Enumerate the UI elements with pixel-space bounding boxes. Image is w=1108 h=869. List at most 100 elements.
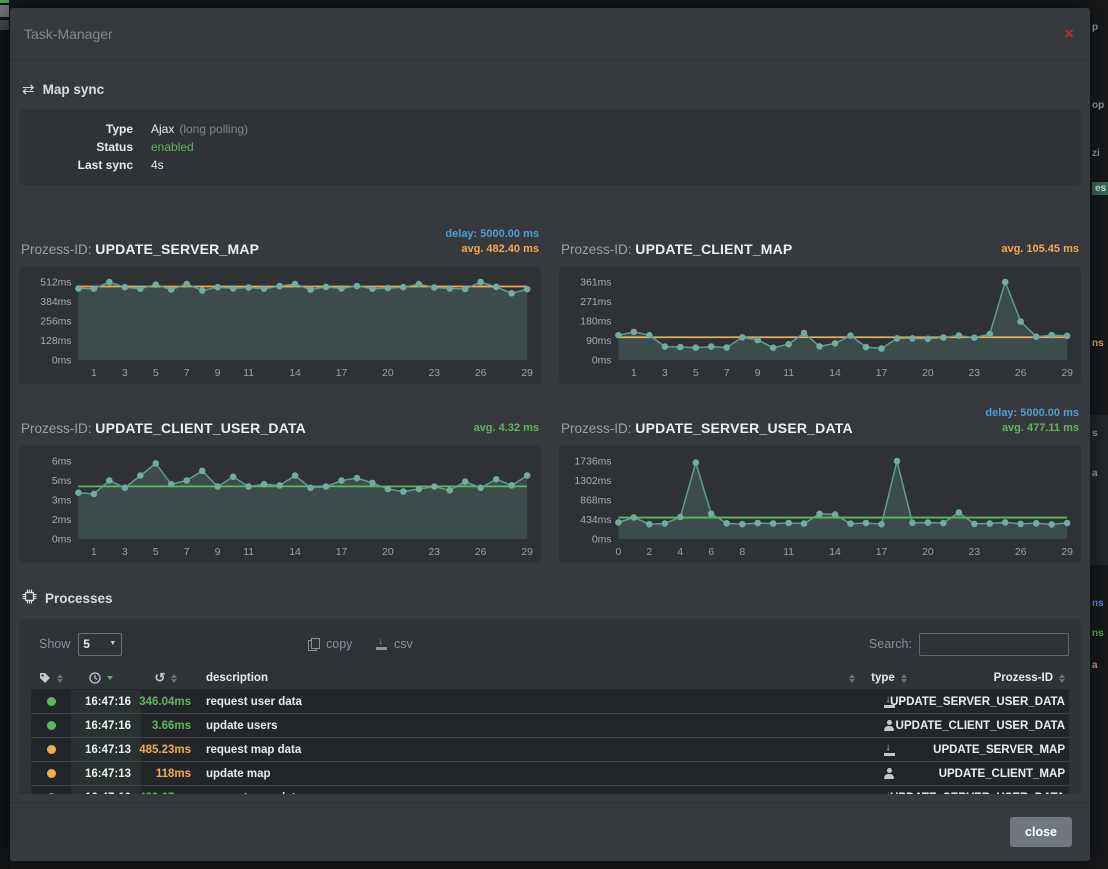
chart-x-tick-label: 11 <box>783 547 794 558</box>
chart-block: Prozess-ID: UPDATE_CLIENT_MAPavg. 105.45… <box>559 219 1081 384</box>
chart-x-tick-label: 4 <box>677 547 683 558</box>
chart-x-tick-label: 3 <box>662 368 668 379</box>
status-dot <box>47 793 56 794</box>
chart-data-point <box>770 344 777 351</box>
task-manager-modal: Task-Manager × ⇄ Map sync TypeAjax(long … <box>10 8 1090 861</box>
chart-data-point <box>91 491 98 498</box>
map-sync-row: Statusenabled <box>33 138 1067 156</box>
time-cell: 16:47:10 <box>71 786 141 794</box>
processes-card: Show 5 ▼ copy csv Search: <box>19 619 1081 794</box>
chart-x-tick-label: 3 <box>122 547 128 558</box>
background-page-right-strip: popziesnssansnsa <box>1090 0 1108 869</box>
chart-data-point <box>971 334 978 341</box>
chart-y-tick-label: 6ms <box>52 456 72 467</box>
chart-y-tick-label: 512ms <box>40 277 71 288</box>
chart-title: Prozess-ID: UPDATE_SERVER_MAP <box>21 241 259 257</box>
user-icon <box>883 768 895 779</box>
chart-avg-label: avg. 477.11 ms <box>985 421 1079 436</box>
chart-stats: avg. 105.45 ms <box>1001 242 1079 257</box>
time-cell: 16:47:16 <box>71 714 141 737</box>
chart-x-tick-label: 2 <box>646 547 652 558</box>
close-button[interactable]: close <box>1010 817 1072 847</box>
chart-process-id: UPDATE_SERVER_MAP <box>95 241 259 257</box>
status-dot <box>47 769 56 778</box>
chart-x-tick-label: 11 <box>783 368 794 379</box>
chart-x-tick-label: 1 <box>631 368 637 379</box>
chart-data-point <box>878 345 885 352</box>
chart-x-tick-label: 5 <box>153 547 159 558</box>
chart-y-tick-label: 0ms <box>592 534 612 545</box>
chart-data-point <box>168 286 175 293</box>
chart-data-point <box>477 485 484 492</box>
chart-title-prefix: Prozess-ID: <box>561 242 635 257</box>
chart-y-tick-label: 180ms <box>580 316 611 327</box>
chart-panel: 0ms128ms256ms384ms512ms13579111417202326… <box>19 266 541 384</box>
sort-icon[interactable] <box>171 674 177 683</box>
chart-x-tick-label: 26 <box>1015 547 1027 558</box>
chart-data-point <box>785 341 792 348</box>
sort-icon[interactable] <box>57 674 63 683</box>
sort-icon[interactable] <box>901 674 907 683</box>
chart-data-point <box>75 489 82 496</box>
chart-data-point <box>909 520 916 527</box>
chart-data-point <box>615 332 622 339</box>
chart-data-point <box>785 520 792 527</box>
column-header-time[interactable] <box>71 667 141 689</box>
chart-data-point <box>754 337 761 344</box>
column-header-label: description <box>206 672 268 684</box>
underlay-text-fragment: op <box>1092 100 1104 111</box>
chart-data-point <box>462 478 469 485</box>
table-header-row: ↺ description typeProzess-ID <box>31 667 1069 690</box>
description-text: update map <box>206 768 271 780</box>
csv-button[interactable]: csv <box>376 637 413 651</box>
chart-data-point <box>816 343 823 350</box>
chart-y-tick-label: 3ms <box>52 495 72 506</box>
chart-data-point <box>708 343 715 350</box>
chart-y-tick-label: 128ms <box>40 336 71 347</box>
chart-area <box>618 282 1067 360</box>
chart-x-tick-label: 1 <box>91 368 97 379</box>
description-text: request user data <box>206 792 302 795</box>
underlay-text-fragment: a <box>1092 468 1098 479</box>
chart-stats: delay: 5000.00 msavg. 477.11 ms <box>985 406 1079 436</box>
chart-data-point <box>987 520 994 527</box>
table-row: 16:47:13118msupdate mapUPDATE_CLIENT_MAP <box>31 762 1069 786</box>
chart-x-tick-label: 17 <box>876 368 888 379</box>
download-icon <box>884 696 895 708</box>
page-length-select[interactable]: 5 <box>78 633 122 656</box>
charts-grid: Prozess-ID: UPDATE_SERVER_MAP delay: 5000… <box>19 219 1081 563</box>
chart-data-point <box>1033 333 1040 340</box>
chart-data-point <box>925 519 932 526</box>
chart-data-point <box>631 514 638 521</box>
status-cell <box>31 762 71 785</box>
copy-button[interactable]: copy <box>308 637 352 651</box>
chart-data-point <box>956 509 963 516</box>
chart-data-point <box>508 290 515 297</box>
chart-data-point <box>1002 279 1009 286</box>
background-page-left-strip <box>0 0 10 869</box>
sort-icon[interactable] <box>849 674 855 683</box>
chart-data-point <box>863 520 870 527</box>
sort-icon[interactable] <box>1059 674 1065 683</box>
chart-x-tick-label: 9 <box>215 368 221 379</box>
search-input[interactable] <box>919 633 1069 656</box>
chart-x-tick-label: 23 <box>429 368 441 379</box>
close-icon[interactable]: × <box>1064 25 1074 42</box>
underlay-text-fragment: s <box>1092 428 1098 439</box>
type-cell <box>859 762 919 785</box>
type-cell <box>859 738 919 761</box>
chart-data-point <box>754 520 761 527</box>
duration-cell: 489.07ms <box>141 786 197 794</box>
chart-data-point <box>878 521 885 528</box>
column-header-process-id[interactable]: Prozess-ID <box>919 667 1069 689</box>
column-header-description[interactable]: description <box>197 667 859 689</box>
column-header-duration[interactable]: ↺ <box>141 667 197 689</box>
chart-x-tick-label: 23 <box>969 547 981 558</box>
sort-desc-icon[interactable] <box>107 676 113 680</box>
column-header-type[interactable]: type <box>859 667 919 689</box>
chart-data-point <box>894 335 901 342</box>
search-label: Search: <box>869 637 912 651</box>
chart-x-tick-label: 11 <box>243 368 254 379</box>
chart-data-point <box>276 482 283 489</box>
column-header-status[interactable] <box>31 667 71 689</box>
